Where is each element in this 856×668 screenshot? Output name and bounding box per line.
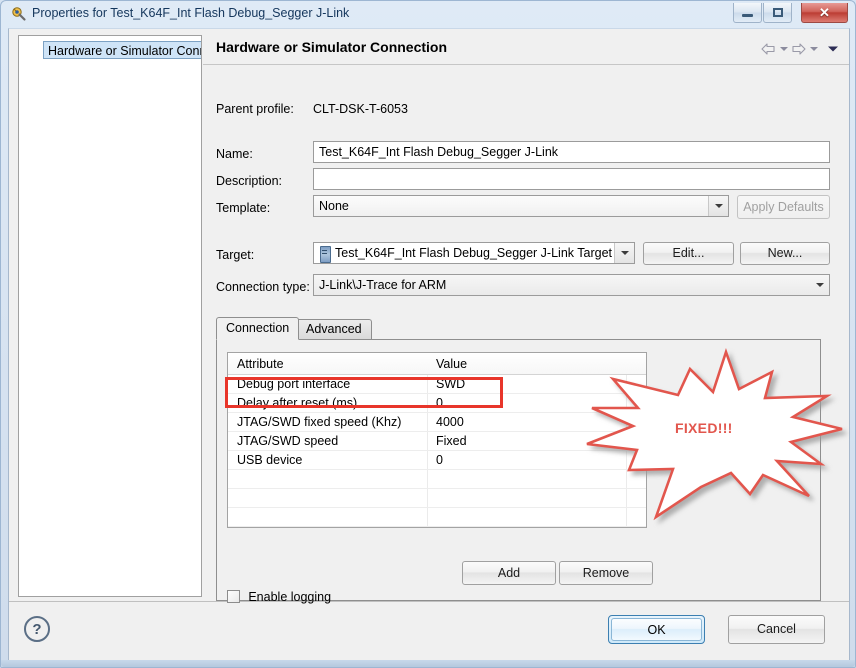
apply-defaults-button[interactable]: Apply Defaults (737, 195, 830, 219)
cell-attribute: Debug port interface (237, 377, 351, 391)
close-icon: ✕ (819, 4, 830, 20)
target-select-value: Test_K64F_Int Flash Debug_Segger J-Link … (335, 246, 613, 260)
description-input[interactable] (313, 168, 830, 190)
connection-type-value: J-Link\J-Trace for ARM (319, 278, 447, 292)
new-target-button[interactable]: New... (740, 242, 830, 265)
settings-tree[interactable]: Hardware or Simulator Conn (18, 35, 202, 597)
properties-icon (11, 6, 27, 22)
target-label: Target: (216, 248, 255, 262)
table-row[interactable] (228, 489, 646, 508)
dialog-client-area: Hardware or Simulator Conn Hardware or S… (8, 28, 850, 661)
template-select[interactable]: None (313, 195, 729, 217)
properties-dialog-window: Properties for Test_K64F_Int Flash Debug… (0, 0, 856, 668)
edit-target-button[interactable]: Edit... (643, 242, 734, 265)
back-arrow-icon[interactable] (760, 42, 777, 56)
enable-logging-checkbox[interactable] (227, 590, 240, 603)
table-row[interactable] (228, 470, 646, 489)
cell-attribute: JTAG/SWD speed (237, 434, 339, 448)
table-row[interactable]: JTAG/SWD speed Fixed (228, 432, 646, 451)
enable-logging-row[interactable]: Enable logging (227, 590, 331, 604)
template-label: Template: (216, 201, 271, 215)
target-chevron-down-icon[interactable] (614, 243, 634, 263)
tab-advanced[interactable]: Advanced (296, 319, 372, 340)
name-input[interactable]: Test_K64F_Int Flash Debug_Segger J-Link (313, 141, 830, 163)
back-menu-chevron-down-icon[interactable] (777, 42, 790, 56)
help-icon[interactable]: ? (24, 616, 50, 642)
cell-value: SWD (436, 377, 466, 391)
tab-connection[interactable]: Connection (216, 317, 300, 340)
table-header-row: Attribute Value (228, 353, 646, 375)
view-menu-chevron-down-icon[interactable] (826, 42, 839, 56)
cell-attribute: Delay after reset (ms) (237, 396, 358, 410)
window-title: Properties for Test_K64F_Int Flash Debug… (32, 6, 350, 20)
template-chevron-down-icon[interactable] (708, 196, 728, 216)
close-button[interactable]: ✕ (801, 3, 848, 23)
cancel-button[interactable]: Cancel (728, 615, 825, 644)
add-button[interactable]: Add (462, 561, 556, 585)
parent-profile-value: CLT-DSK-T-6053 (313, 102, 408, 116)
window-bottom-edge (1, 660, 855, 667)
maximize-icon (764, 3, 791, 22)
minimize-icon (734, 3, 761, 22)
dialog-content: Hardware or Simulator Conn Hardware or S… (9, 29, 849, 604)
cell-value: 4000 (436, 415, 464, 429)
enable-logging-label: Enable logging (248, 590, 332, 604)
minimize-button[interactable] (733, 3, 762, 23)
title-divider (203, 64, 849, 65)
table-row[interactable]: JTAG/SWD fixed speed (Khz) 4000 (228, 413, 646, 432)
table-row[interactable] (228, 508, 646, 527)
attributes-table[interactable]: Attribute Value Debug port interface SWD… (227, 352, 647, 528)
name-label: Name: (216, 147, 253, 161)
remove-button[interactable]: Remove (559, 561, 653, 585)
ok-button-focus-ring: OK (608, 615, 705, 644)
cell-value: Fixed (436, 434, 467, 448)
description-label: Description: (216, 174, 282, 188)
column-header-attribute: Attribute (237, 357, 284, 371)
column-header-value: Value (436, 357, 468, 371)
connection-type-label: Connection type: (216, 280, 310, 294)
tab-panel-connection: Attribute Value Debug port interface SWD… (216, 339, 821, 604)
table-row[interactable]: USB device 0 (228, 451, 646, 470)
table-row[interactable]: Debug port interface SWD (228, 375, 646, 394)
cell-attribute: JTAG/SWD fixed speed (Khz) (237, 415, 402, 429)
forward-menu-chevron-down-icon[interactable] (807, 42, 820, 56)
cell-attribute: USB device (237, 453, 303, 467)
connection-type-select[interactable]: J-Link\J-Trace for ARM (313, 274, 830, 296)
page-title: Hardware or Simulator Connection (216, 39, 448, 55)
page-navigation (760, 40, 839, 58)
sidebar-item-hardware-or-simulator-connection[interactable]: Hardware or Simulator Conn (43, 41, 201, 59)
device-icon (320, 246, 331, 263)
dialog-button-bar: ? OK Cancel (9, 601, 849, 660)
cell-value: 0 (436, 396, 443, 410)
connection-tabgroup: Connection Advanced Attribute Value Debu… (216, 317, 821, 604)
ok-button[interactable]: OK (611, 618, 702, 641)
target-select[interactable]: Test_K64F_Int Flash Debug_Segger J-Link … (313, 242, 635, 264)
table-row[interactable]: Delay after reset (ms) 0 (228, 394, 646, 413)
title-bar: Properties for Test_K64F_Int Flash Debug… (1, 1, 855, 28)
connection-type-chevron-down-icon[interactable] (810, 275, 829, 295)
settings-pane: Hardware or Simulator Connection Parent … (203, 29, 849, 604)
parent-profile-label: Parent profile: (216, 102, 294, 116)
template-select-value: None (319, 199, 349, 213)
forward-arrow-icon[interactable] (790, 42, 807, 56)
cell-value: 0 (436, 453, 443, 467)
maximize-button[interactable] (763, 3, 792, 23)
